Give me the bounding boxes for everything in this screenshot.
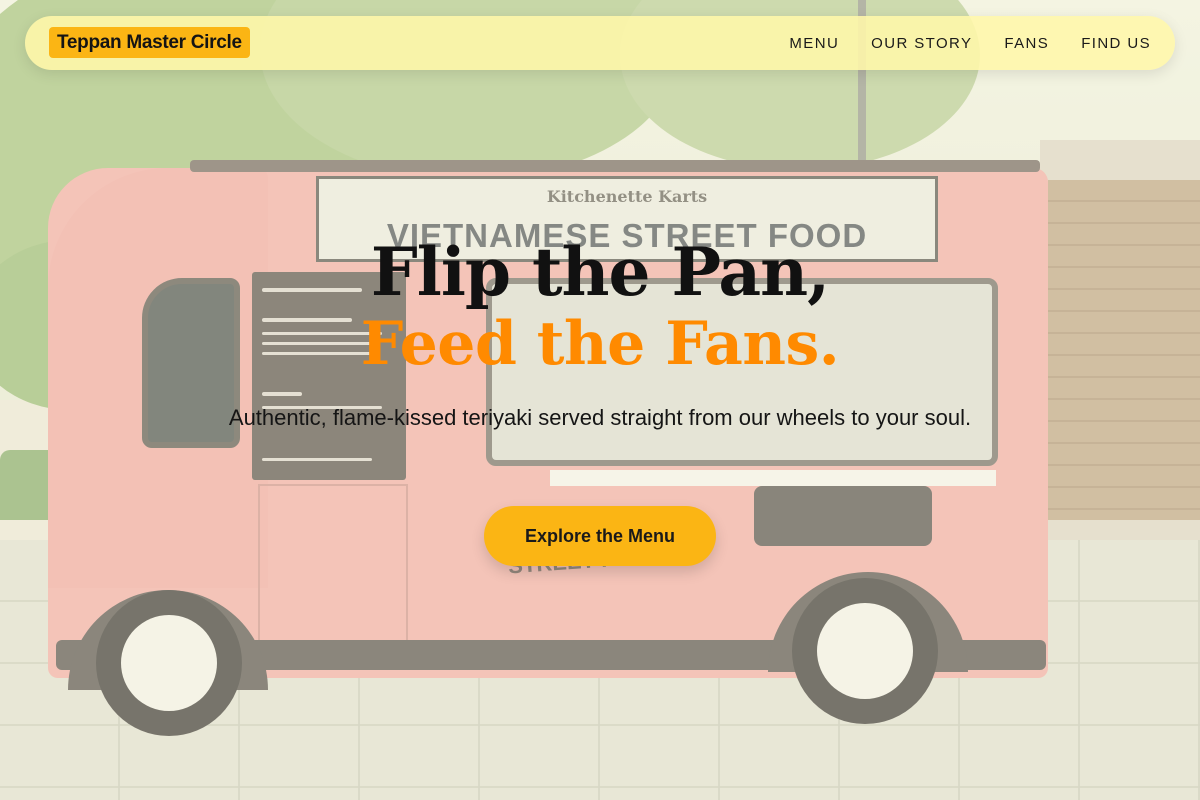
hero-background-photo: Kitchenette Karts VIETNAMESE STREET FOOD… — [0, 0, 1200, 800]
nav-link-find-us[interactable]: FIND US — [1081, 35, 1151, 52]
headline-line-1: Flip the Pan, — [370, 233, 830, 311]
headline-line-2: Feed the Fans. — [360, 309, 840, 379]
hero-subtitle: Authentic, flame-kissed teriyaki served … — [228, 405, 972, 430]
nav-link-menu[interactable]: MENU — [789, 35, 839, 52]
brand-logo[interactable]: Teppan Master Circle — [49, 27, 250, 58]
nav-links: MENU OUR STORY FANS FIND US — [789, 16, 1151, 70]
explore-menu-button[interactable]: Explore the Menu — [484, 506, 716, 566]
hero-headline: Flip the Pan, Feed the Fans. — [0, 232, 1200, 376]
nav-link-fans[interactable]: FANS — [1004, 35, 1049, 52]
top-navbar: Teppan Master Circle MENU OUR STORY FANS… — [25, 16, 1175, 70]
background-overlay — [0, 0, 1200, 800]
nav-link-our-story[interactable]: OUR STORY — [871, 35, 972, 52]
